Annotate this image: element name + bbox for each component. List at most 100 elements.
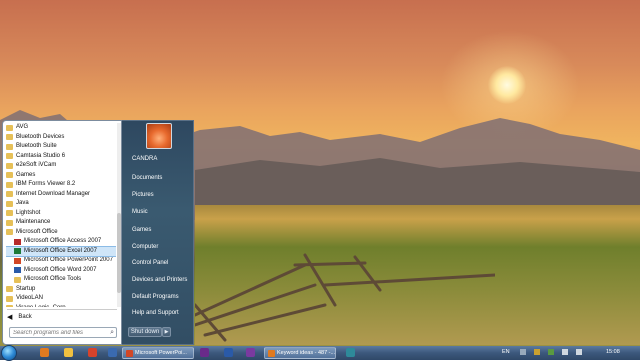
back-label: Back bbox=[18, 314, 32, 320]
start-link-control-panel[interactable]: Control Panel bbox=[132, 260, 168, 266]
folder-icon bbox=[6, 181, 13, 188]
program-item[interactable]: Microsoft Office bbox=[6, 228, 116, 238]
search-icon[interactable]: ⌕ bbox=[110, 329, 114, 337]
program-item[interactable]: Camtasia Studio 6 bbox=[6, 152, 116, 162]
word-icon[interactable] bbox=[108, 348, 117, 357]
tray-icon[interactable] bbox=[534, 349, 540, 355]
word-icon[interactable] bbox=[224, 348, 233, 357]
program-label: Internet Download Manager bbox=[16, 190, 91, 197]
back-button[interactable]: ◀ Back bbox=[7, 312, 67, 322]
program-label: AVG bbox=[16, 124, 29, 130]
program-item[interactable]: e2eSoft iVCam bbox=[6, 161, 116, 171]
shutdown-button[interactable]: Shut down bbox=[128, 327, 162, 337]
folder-icon bbox=[6, 172, 13, 179]
folder-icon bbox=[6, 191, 13, 198]
program-icon bbox=[14, 248, 21, 255]
folder-icon bbox=[6, 143, 13, 150]
program-item[interactable]: VideoLAN bbox=[6, 294, 116, 304]
program-item[interactable]: Microsoft Office PowerPoint 2007 bbox=[6, 256, 116, 266]
firefox-icon bbox=[268, 350, 275, 357]
program-item[interactable]: Bluetooth Suite bbox=[6, 142, 116, 152]
folder-icon bbox=[6, 153, 13, 160]
search-box[interactable]: ⌕ bbox=[9, 327, 117, 338]
program-label: Bluetooth Devices bbox=[16, 133, 65, 140]
taskbar-task-powerpoint[interactable]: Microsoft PowerPoi... bbox=[122, 347, 194, 359]
search-input[interactable] bbox=[13, 329, 105, 336]
sun bbox=[488, 66, 526, 104]
program-label: Microsoft Office bbox=[16, 228, 58, 235]
explorer-icon[interactable] bbox=[64, 348, 73, 357]
program-label: Virage Logic, Corp bbox=[16, 304, 66, 308]
program-list-scrollbar[interactable] bbox=[117, 123, 121, 307]
folder-icon bbox=[6, 134, 13, 141]
program-label: e2eSoft iVCam bbox=[16, 162, 57, 168]
program-label: Microsoft Office Word 2007 bbox=[24, 266, 97, 273]
program-label: Bluetooth Suite bbox=[16, 143, 57, 149]
program-item[interactable]: Internet Download Manager bbox=[6, 190, 116, 200]
taskbar-task-browser[interactable]: Keyword ideas - 487 -... bbox=[264, 347, 336, 359]
shutdown-label: Shut down bbox=[130, 329, 160, 335]
program-label: Microsoft Office PowerPoint 2007 bbox=[24, 257, 113, 263]
folder-icon bbox=[6, 124, 13, 131]
start-link-computer[interactable]: Computer bbox=[132, 244, 158, 250]
program-item[interactable]: Microsoft Office Excel 2007 bbox=[6, 245, 116, 257]
folder-icon bbox=[6, 295, 13, 302]
folder-icon bbox=[6, 305, 13, 307]
program-label: Java bbox=[16, 200, 29, 206]
separator bbox=[7, 309, 117, 310]
program-item[interactable]: Bluetooth Devices bbox=[6, 133, 116, 143]
start-link-default-programs[interactable]: Default Programs bbox=[132, 294, 179, 300]
folder-icon bbox=[6, 162, 13, 169]
chevron-right-icon: ▶ bbox=[164, 329, 169, 335]
program-item[interactable]: Lightshot bbox=[6, 209, 116, 219]
start-link-games[interactable]: Games bbox=[132, 227, 151, 233]
program-item[interactable]: Virage Logic, Corp bbox=[6, 304, 116, 308]
program-item[interactable]: Startup bbox=[6, 285, 116, 295]
program-label: VideoLAN bbox=[16, 295, 43, 301]
start-menu: AVG Bluetooth Devices Bluetooth Suite Camta… bbox=[2, 120, 194, 346]
tray-icon[interactable] bbox=[520, 349, 526, 355]
firefox-icon[interactable] bbox=[40, 348, 49, 357]
clock[interactable]: 15:08 bbox=[606, 349, 620, 355]
start-link-devices-and-printers[interactable]: Devices and Printers bbox=[132, 277, 187, 283]
start-link-pictures[interactable]: Pictures bbox=[132, 192, 154, 198]
program-item[interactable]: Java bbox=[6, 199, 116, 209]
program-label: Microsoft Office Excel 2007 bbox=[24, 247, 97, 254]
start-button[interactable] bbox=[1, 345, 17, 361]
program-item[interactable]: Maintenance bbox=[6, 218, 116, 228]
program-label: Games bbox=[16, 171, 36, 178]
program-item[interactable]: IBM Forms Viewer 8.2 bbox=[6, 180, 116, 190]
program-label: IBM Forms Viewer 8.2 bbox=[16, 181, 76, 187]
volume-icon[interactable] bbox=[576, 349, 582, 355]
user-picture[interactable] bbox=[146, 123, 172, 149]
program-item[interactable]: AVG bbox=[6, 123, 116, 133]
start-link-music[interactable]: Music bbox=[132, 209, 148, 215]
program-item[interactable]: Microsoft Office Word 2007 bbox=[6, 266, 116, 276]
start-link-candra[interactable]: CANDRA bbox=[132, 156, 157, 162]
shutdown-options-button[interactable]: ▶ bbox=[162, 327, 171, 337]
start-link-help-and-support[interactable]: Help and Support bbox=[132, 310, 179, 316]
program-item[interactable]: Games bbox=[6, 171, 116, 181]
app-icon[interactable] bbox=[346, 348, 355, 357]
task-label: Keyword ideas - 487 -... bbox=[277, 350, 336, 356]
program-item[interactable]: Microsoft Office Tools bbox=[6, 275, 116, 285]
program-icon bbox=[14, 257, 21, 264]
back-arrow-icon: ◀ bbox=[7, 314, 13, 321]
start-link-documents[interactable]: Documents bbox=[132, 175, 162, 181]
app-icon[interactable] bbox=[246, 348, 255, 357]
language-indicator[interactable]: EN bbox=[502, 349, 510, 355]
program-label: Lightshot bbox=[16, 209, 41, 216]
wooden-fence bbox=[195, 253, 495, 342]
program-label: Startup bbox=[16, 285, 36, 292]
network-icon[interactable] bbox=[562, 349, 568, 355]
folder-icon bbox=[14, 276, 21, 283]
media-player-icon[interactable] bbox=[88, 348, 97, 357]
program-label: Camtasia Studio 6 bbox=[16, 152, 66, 159]
all-programs-pane: AVG Bluetooth Devices Bluetooth Suite Camta… bbox=[2, 120, 122, 345]
tray-icon[interactable] bbox=[548, 349, 554, 355]
onenote-icon[interactable] bbox=[200, 348, 209, 357]
scroll-thumb[interactable] bbox=[117, 213, 121, 293]
program-icon bbox=[14, 267, 21, 274]
program-item[interactable]: Microsoft Office Access 2007 bbox=[6, 237, 116, 247]
folder-icon bbox=[6, 219, 13, 226]
